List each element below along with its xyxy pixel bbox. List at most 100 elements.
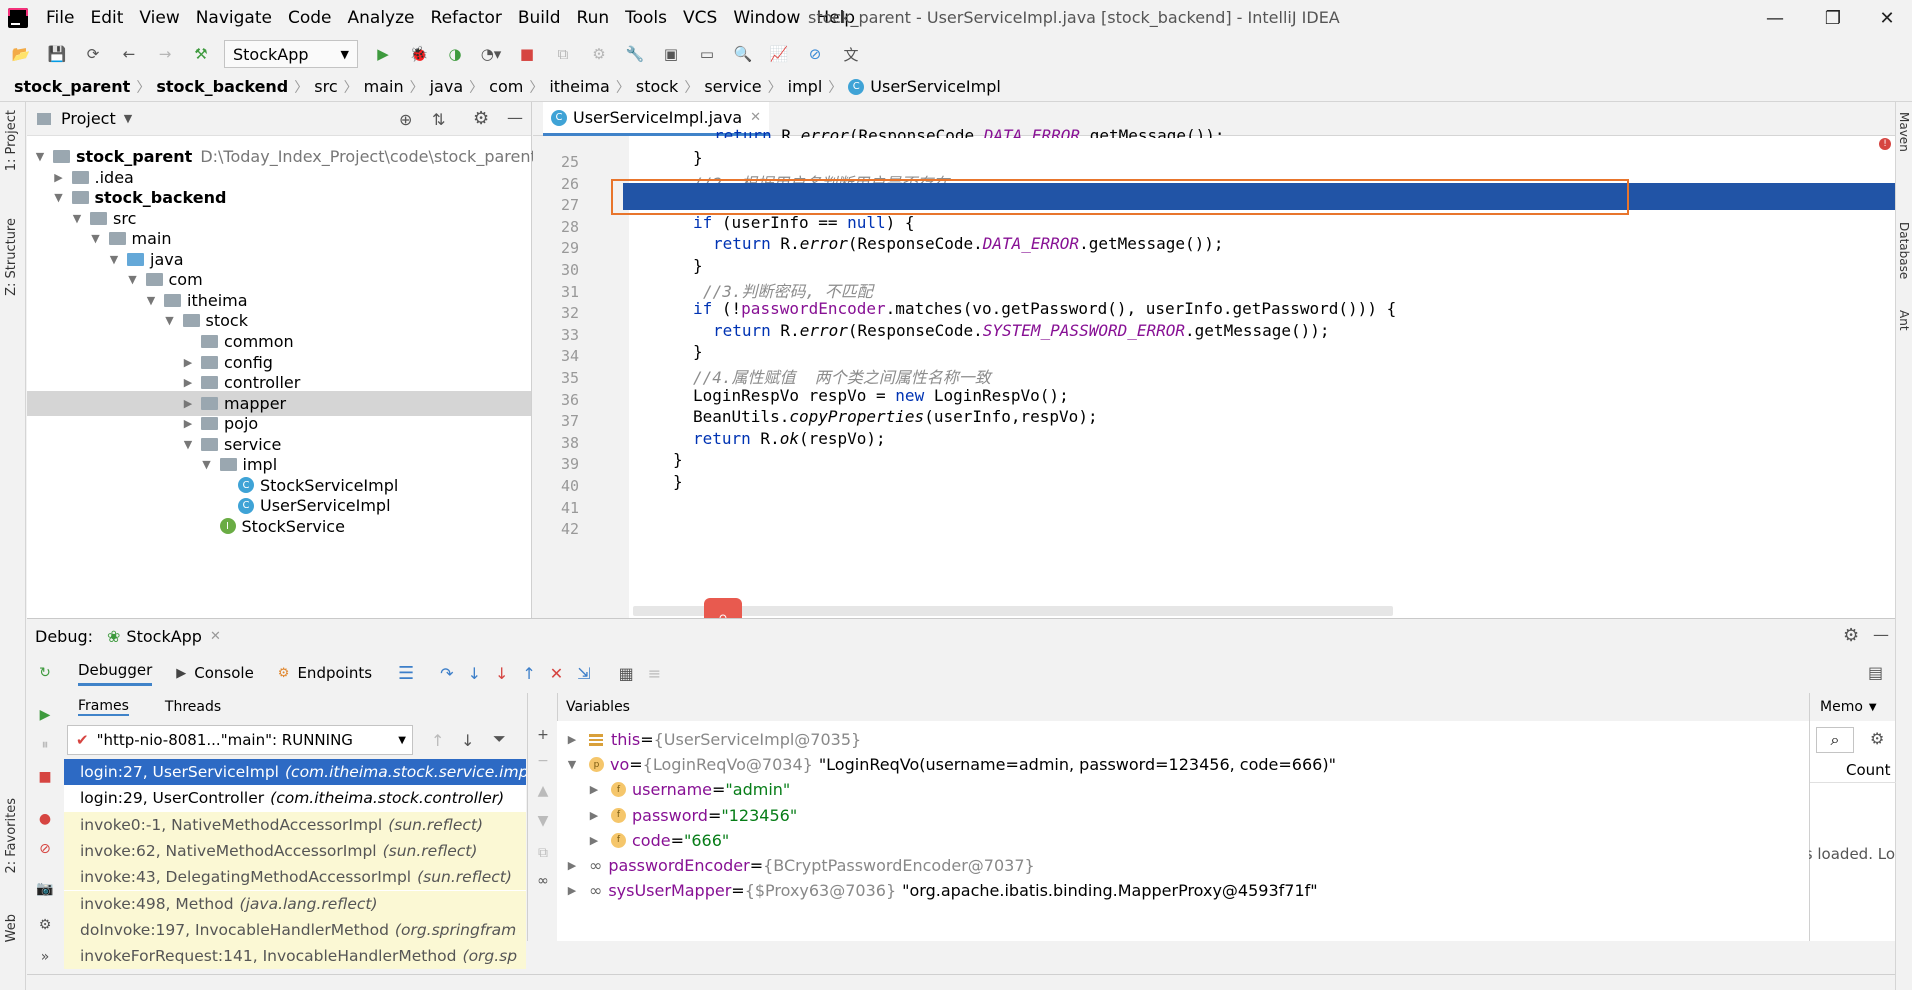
coverage-icon[interactable]: ◑ [442,41,468,67]
settings-icon[interactable]: ⚙ [35,915,55,935]
wrench-icon[interactable]: 🔧 [622,41,648,67]
breadcrumb-item[interactable]: com 〉 [489,77,549,97]
mute-breakpoints-icon[interactable]: ⊘ [35,839,55,859]
collapse-arrow-icon[interactable]: ▶ [181,397,195,410]
menu-item-window[interactable]: Window [725,0,808,36]
menu-item-build[interactable]: Build [510,0,569,36]
sync-icon[interactable]: ⟳ [80,41,106,67]
no-entry-icon[interactable]: ⊘ [802,41,828,67]
database-tool-tab[interactable]: Database [1897,222,1911,279]
stack-frame[interactable]: login:29, UserController (com.itheima.sto… [64,785,526,811]
debug-bug-icon[interactable]: 🐞 [406,41,432,67]
stack-frame[interactable]: invokeForRequest:141, InvocableHandlerMe… [64,943,526,970]
menu-item-code[interactable]: Code [280,0,340,36]
profile-icon[interactable]: ◔▾ [478,41,504,67]
collapse-all-icon[interactable]: ⇅ [432,110,445,129]
rerun-icon[interactable]: ↻ [35,663,55,683]
thread-select[interactable]: ✔ "http-nio-8081..."main": RUNNING ▼ [67,725,413,755]
expand-arrow-icon[interactable]: ▼ [52,191,66,204]
restore-button[interactable]: ❐ [1808,0,1858,36]
expand-arrow-icon[interactable]: ▼ [200,458,214,471]
memory-search-icon[interactable]: ⌕ [1816,727,1854,753]
project-panel-title[interactable]: Project [61,109,116,128]
breadcrumb-item[interactable]: service 〉 [704,77,787,97]
drop-frame-icon[interactable]: ✕ [550,664,563,683]
structure-tool-tab[interactable]: Z: Structure [4,218,19,296]
breadcrumb-item[interactable]: itheima 〉 [549,77,636,97]
add-watch-icon[interactable]: + [533,725,553,745]
expand-arrow-icon[interactable]: ▼ [89,232,103,245]
activity-monitor-icon[interactable]: 📈 [766,41,792,67]
step-out-icon[interactable]: ↑ [522,664,535,683]
hide-panel-icon[interactable]: — [1873,625,1889,644]
stop-icon[interactable]: ■ [35,767,55,787]
count-column-header[interactable]: Count [1810,757,1896,783]
stack-frame[interactable]: login:27, UserServiceImpl (com.itheima.st… [64,759,526,785]
breadcrumb-item[interactable]: java 〉 [430,77,490,97]
close-session-icon[interactable]: ✕ [210,629,221,644]
project-tool-tab[interactable]: 1: Project [4,110,19,171]
save-icon[interactable]: 💾 [44,41,70,67]
open-folder-icon[interactable]: 📂 [8,41,34,67]
stack-frame[interactable]: invoke:498, Method (java.lang.reflect) [64,890,526,917]
remove-watch-icon[interactable]: − [533,751,553,771]
show-watches-icon[interactable]: ∞ [533,871,553,891]
expand-arrow-icon[interactable]: ▼ [144,294,158,307]
step-over-icon[interactable]: ↷ [440,664,453,683]
maven-tool-tab[interactable]: Maven [1897,112,1911,152]
gear-icon[interactable]: ⚙ [1870,729,1884,748]
camera-icon[interactable]: 📷 [35,879,55,899]
trace-icon[interactable]: ≡ [648,664,661,683]
stack-frame[interactable]: invoke:62, NativeMethodAccessorImpl (sun.… [64,837,526,864]
subtab-frames[interactable]: Frames [78,698,129,716]
run-config-select[interactable]: StockApp ▼ [224,40,358,68]
expand-arrow-icon[interactable]: ▼ [107,253,121,266]
stack-frame[interactable]: doInvoke:197, InvocableHandlerMethod (org… [64,916,526,943]
back-icon[interactable]: ← [116,41,142,67]
search-icon[interactable]: 🔍 [730,41,756,67]
menu-item-navigate[interactable]: Navigate [188,0,280,36]
menu-item-edit[interactable]: Edit [82,0,131,36]
menu-item-refactor[interactable]: Refactor [423,0,510,36]
expand-arrow-icon[interactable]: ▼ [181,438,195,451]
collapse-arrow-icon[interactable]: ▶ [587,783,601,796]
minimize-button[interactable]: — [1750,0,1800,36]
collapse-arrow-icon[interactable]: ▶ [587,809,601,822]
step-into-icon[interactable]: ↓ [468,664,481,683]
collapse-arrow-icon[interactable]: ▶ [181,376,195,389]
locate-icon[interactable]: ⊕ [399,110,412,129]
editor-horizontal-scrollbar[interactable] [633,606,1393,616]
collapse-arrow-icon[interactable]: ▶ [565,733,579,746]
variable-row[interactable]: ▶ this = {UserServiceImpl@7035} [565,727,867,752]
expand-arrow-icon[interactable]: ▼ [565,758,579,771]
collapse-arrow-icon[interactable]: ▶ [52,171,66,184]
build-hammer-icon[interactable]: ⚒ [188,41,214,67]
collapse-arrow-icon[interactable]: ▶ [565,859,579,872]
gear-icon[interactable]: ⚙ [1843,625,1859,646]
run-to-cursor-icon[interactable]: ⇲ [577,664,590,683]
breadcrumb-item[interactable]: stock_parent 〉 [14,77,156,97]
expand-more-icon[interactable]: » [35,947,55,967]
variable-row[interactable]: ▼ p vo = {LoginReqVo@7034} "LoginReqVo(user… [565,752,1336,777]
debug-tab-debugger[interactable]: Debugger [78,661,153,686]
restore-layout-icon[interactable]: ▤ [1868,663,1883,682]
move-down-icon[interactable]: ▼ [533,811,553,831]
attach-icon[interactable]: ⧉ [550,41,576,67]
error-indicator-icon[interactable]: ! [1879,138,1891,150]
breadcrumb-item[interactable]: C UserServiceImpl [848,77,1001,96]
ant-tool-tab[interactable]: Ant [1897,310,1911,331]
tree-item-mapper[interactable]: ▶ mapper [27,390,531,416]
stack-frame[interactable]: invoke:43, DelegatingMethodAccessorImpl (… [64,864,526,891]
hide-panel-icon[interactable]: — [507,108,523,127]
expand-arrow-icon[interactable]: ▼ [163,314,177,327]
collapse-arrow-icon[interactable]: ▶ [181,417,195,430]
menu-item-run[interactable]: Run [569,0,618,36]
resume-icon[interactable]: ▶ [35,705,55,725]
breadcrumb-item[interactable]: main 〉 [364,77,430,97]
view-breakpoints-icon[interactable]: ● [35,809,55,829]
breadcrumb-item[interactable]: impl 〉 [788,77,849,97]
gear-icon[interactable]: ⚙ [473,108,489,129]
variable-row[interactable]: ▶ ∞ passwordEncoder = {BCryptPasswordEncod… [565,853,1041,878]
close-tab-icon[interactable]: ✕ [750,110,761,125]
variable-row[interactable]: ▶ f code = "666" [587,828,730,853]
